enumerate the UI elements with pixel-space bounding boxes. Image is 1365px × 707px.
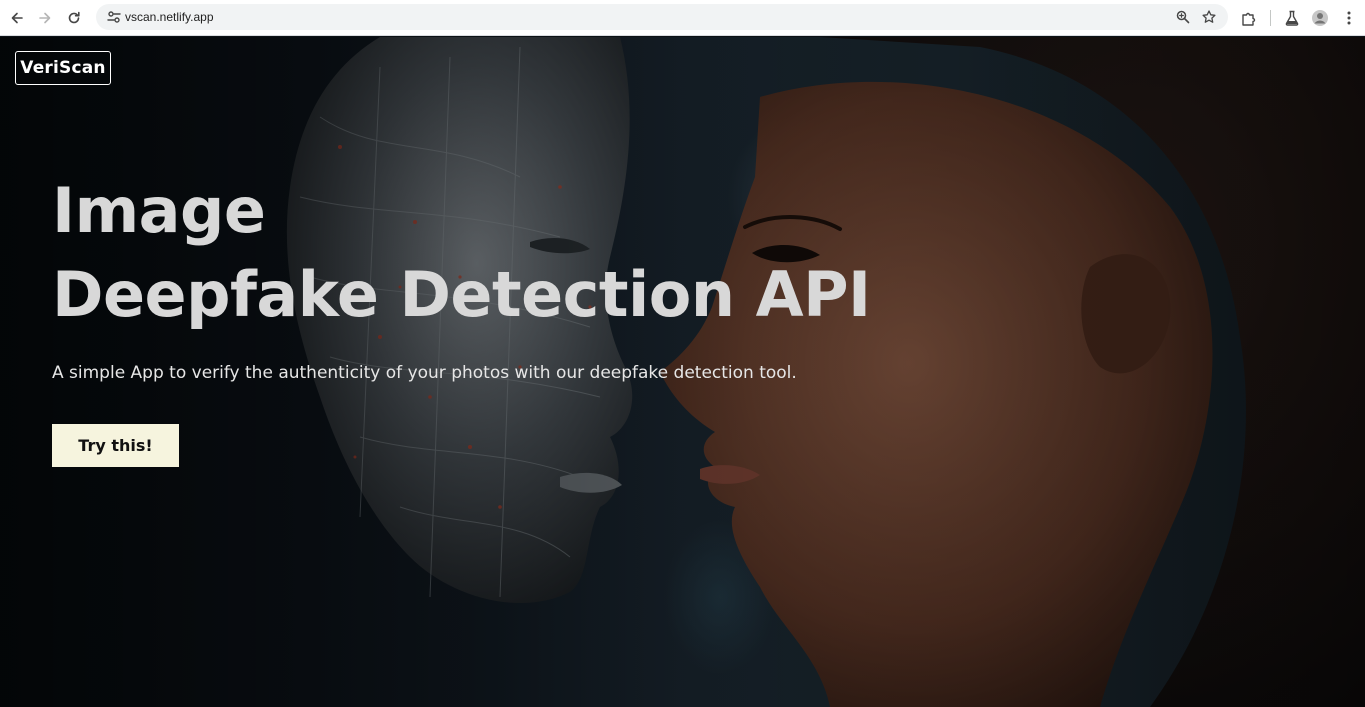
hero-subtitle: A simple App to verify the authenticity … xyxy=(52,363,797,383)
labs-flask-icon[interactable] xyxy=(1283,9,1301,27)
site-logo[interactable]: VeriScan xyxy=(15,51,111,85)
url-text[interactable]: vscan.netlify.app xyxy=(125,4,214,30)
hero-title: Image Deepfake Detection API xyxy=(52,169,952,337)
site-info-icon[interactable] xyxy=(106,9,122,25)
try-this-button[interactable]: Try this! xyxy=(52,424,179,467)
reload-icon[interactable] xyxy=(62,6,86,30)
browser-toolbar: vscan.netlify.app xyxy=(0,0,1365,36)
hero-title-line-2: Deepfake Detection API xyxy=(52,258,871,331)
toolbar-divider xyxy=(1270,10,1271,26)
hero-section: VeriScan Image Deepfake Detection API A … xyxy=(0,37,1365,707)
logo-text[interactable]: VeriScan xyxy=(20,58,105,78)
forward-arrow-icon[interactable] xyxy=(33,6,57,30)
zoom-icon[interactable] xyxy=(1175,9,1191,25)
profile-icon[interactable] xyxy=(1311,9,1329,27)
hero-title-line-1: Image xyxy=(52,174,266,247)
bookmark-star-icon[interactable] xyxy=(1201,9,1217,25)
address-bar[interactable]: vscan.netlify.app xyxy=(96,4,1228,30)
back-arrow-icon[interactable] xyxy=(5,6,29,30)
extensions-icon[interactable] xyxy=(1240,9,1258,27)
menu-dots-icon[interactable] xyxy=(1340,9,1358,27)
